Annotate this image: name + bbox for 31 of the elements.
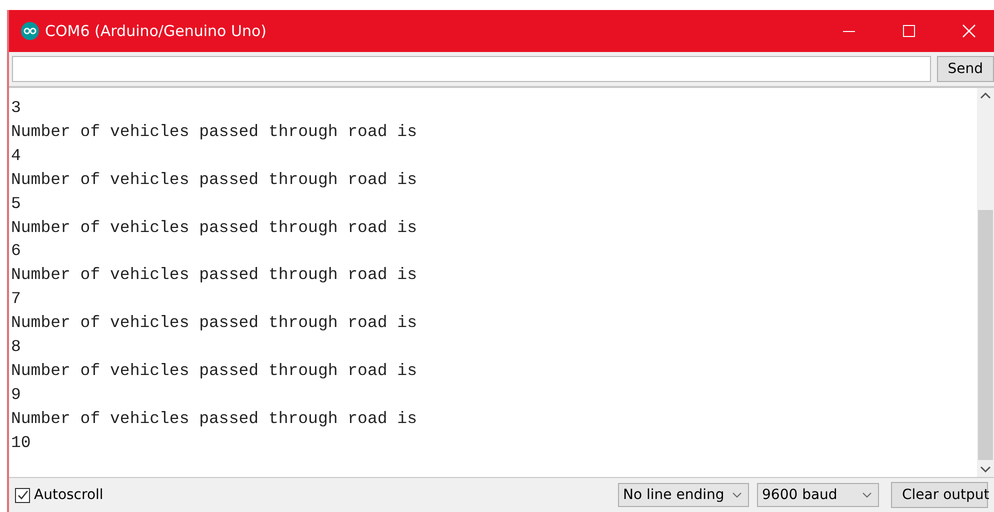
output-line: Number of vehicles passed through road is xyxy=(11,120,418,143)
caret-icon xyxy=(862,492,872,498)
scrollbar-thumb[interactable] xyxy=(978,210,993,460)
output-line: 6 xyxy=(11,240,22,262)
clear-output-button[interactable]: Clear output xyxy=(891,482,988,508)
output-line: Number of vehicles passed through road is xyxy=(11,168,418,191)
caret-icon xyxy=(732,492,742,498)
output-line: Number of vehicles passed through road is xyxy=(11,360,418,382)
close-icon xyxy=(962,24,976,38)
output-line: 4 xyxy=(11,144,22,167)
output-line: Number of vehicles passed through road is xyxy=(11,312,418,334)
output-line: 9 xyxy=(11,384,22,406)
output-line: Number of vehicles passed through road is xyxy=(11,216,418,239)
message-input-field[interactable] xyxy=(12,56,931,82)
output-line: 5 xyxy=(11,192,22,215)
vertical-scrollbar[interactable] xyxy=(977,88,994,477)
app-logo-icon xyxy=(21,22,39,40)
window-title: COM6 (Arduino/Genuino Uno) xyxy=(45,22,268,40)
autoscroll-label: Autoscroll xyxy=(34,487,104,503)
output-line: Number of vehicles passed through road is xyxy=(11,264,418,286)
minimize-icon xyxy=(843,30,855,32)
output-line: 3 xyxy=(11,97,22,119)
output-line: 10 xyxy=(11,432,32,454)
maximize-icon xyxy=(903,25,915,37)
baud-rate-dropdown[interactable]: 9600 baud xyxy=(757,483,879,507)
autoscroll-checkbox[interactable] xyxy=(15,488,30,502)
output-line: Number of vehicles passed through road is xyxy=(11,408,418,430)
send-button[interactable]: Send xyxy=(936,56,994,82)
output-line: 8 xyxy=(11,336,22,358)
line-ending-dropdown[interactable]: No line ending xyxy=(618,483,749,507)
output-line: 7 xyxy=(11,288,22,310)
